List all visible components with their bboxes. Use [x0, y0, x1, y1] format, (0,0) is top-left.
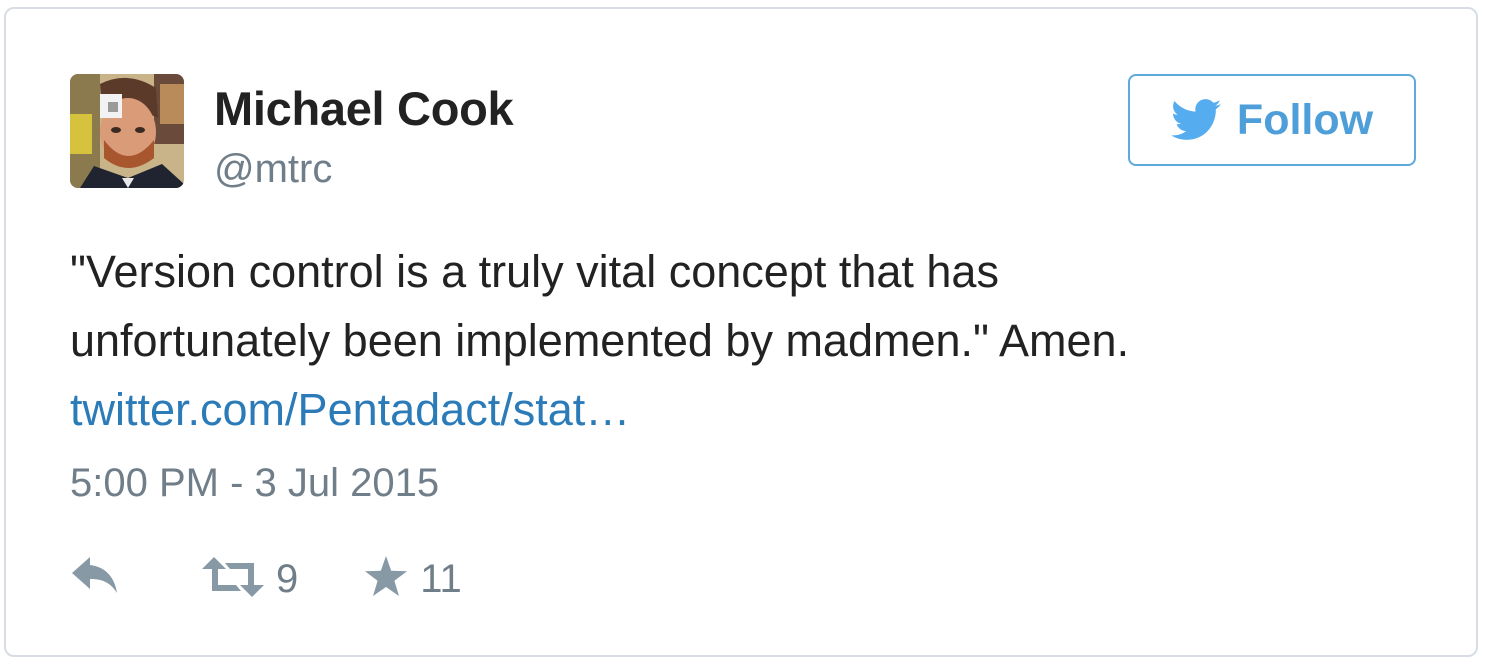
tweet-card: Michael Cook @mtrc Follow "Version contr… — [4, 7, 1478, 657]
tweet-link[interactable]: twitter.com/Pentadact/stat… — [70, 375, 1430, 444]
follow-button-label: Follow — [1236, 95, 1374, 144]
tweet-text-line: unfortunately been implemented by madmen… — [70, 315, 1130, 366]
twitter-bird-icon — [1170, 99, 1221, 141]
reply-icon — [70, 556, 122, 602]
tweet-text: "Version control is a truly vital concep… — [70, 237, 1430, 444]
tweet-timestamp[interactable]: 5:00 PM - 3 Jul 2015 — [70, 461, 439, 506]
favorite-button[interactable]: 11 — [364, 555, 462, 603]
retweet-icon — [202, 556, 264, 602]
favorite-count: 11 — [420, 556, 462, 601]
retweet-count: 9 — [276, 556, 299, 601]
star-icon — [364, 555, 408, 603]
reply-button[interactable] — [70, 556, 122, 602]
tweet-text-line: "Version control is a truly vital concep… — [70, 246, 999, 297]
avatar-image — [70, 74, 184, 188]
avatar[interactable] — [70, 74, 184, 188]
tweet-actions: 9 11 — [70, 549, 462, 609]
retweet-button[interactable]: 9 — [202, 556, 299, 602]
author-handle[interactable]: @mtrc — [214, 147, 332, 192]
follow-button[interactable]: Follow — [1128, 74, 1416, 166]
author-display-name[interactable]: Michael Cook — [214, 81, 514, 136]
